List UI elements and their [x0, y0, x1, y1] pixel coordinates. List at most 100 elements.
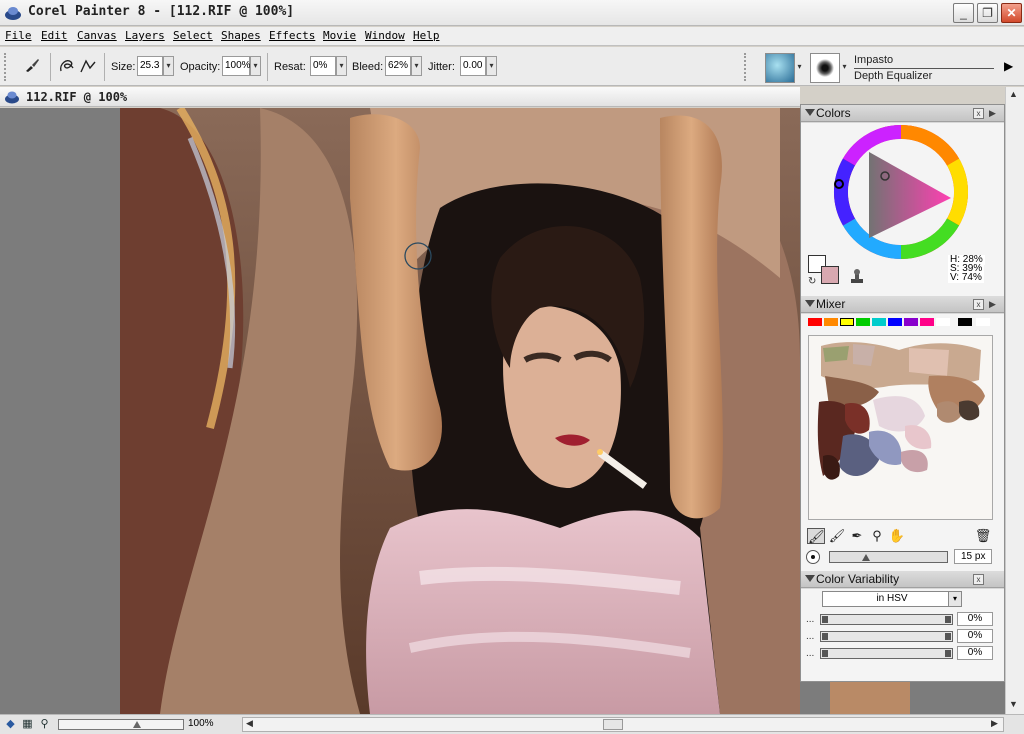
brush-variant-name[interactable]: Depth Equalizer — [854, 70, 932, 82]
brush-selector-menu-icon[interactable]: ▶ — [1004, 59, 1013, 73]
scroll-down-icon[interactable]: ▼ — [1009, 699, 1018, 709]
grid-icon[interactable]: ▦ — [20, 717, 35, 732]
jitter-field[interactable]: 0.00 — [460, 56, 486, 76]
close-palette-icon[interactable]: x — [973, 108, 984, 119]
mixer-palette-header[interactable]: Mixer x ▶ — [801, 296, 1004, 313]
zoom-slider[interactable] — [58, 719, 184, 730]
menu-file[interactable]: File — [5, 29, 32, 42]
colors-palette-title: Colors — [816, 106, 851, 120]
opacity-dropdown-icon[interactable]: ▾ — [250, 56, 261, 76]
document-icon[interactable] — [4, 89, 20, 105]
swap-colors-icon[interactable]: ↻ — [808, 276, 816, 287]
slider-thumb[interactable] — [133, 721, 141, 728]
mixer-swatch-red[interactable] — [808, 318, 822, 326]
restore-button[interactable]: ❐ — [977, 3, 998, 23]
resat-dropdown-icon[interactable]: ▾ — [336, 56, 347, 76]
brush-variant-dab-icon[interactable] — [810, 53, 840, 83]
brush-selector-grip[interactable] — [744, 53, 748, 81]
mixer-swatch-yellow[interactable] — [840, 318, 854, 326]
mixer-palette-title: Mixer — [816, 297, 846, 311]
clone-color-stamp-icon[interactable] — [848, 268, 866, 286]
bleed-field[interactable]: 62% — [385, 56, 411, 76]
mixer-swatch-cyan[interactable] — [872, 318, 886, 326]
value-variability-slider[interactable] — [820, 648, 953, 659]
brush-category-icon[interactable] — [765, 53, 795, 83]
hue-variability-value[interactable]: 0% — [957, 612, 993, 626]
straight-line-stroke-icon[interactable] — [77, 56, 99, 78]
mixer-swatch-white[interactable] — [936, 318, 950, 326]
scroll-right-icon[interactable]: ▶ — [991, 718, 998, 729]
menu-canvas[interactable]: Canvas — [77, 29, 117, 42]
painter-app-icon[interactable] — [4, 4, 22, 22]
zoom-level[interactable]: 100% — [188, 718, 214, 729]
jitter-dropdown-icon[interactable]: ▾ — [486, 56, 497, 76]
mixer-brush-size-field[interactable]: 15 px — [954, 549, 992, 564]
color-variability-mode-select[interactable]: in HSV ▾ — [822, 591, 962, 607]
close-palette-icon[interactable]: x — [973, 574, 984, 585]
mixer-pad[interactable] — [808, 335, 993, 520]
bleed-dropdown-icon[interactable]: ▾ — [411, 56, 422, 76]
menu-layers[interactable]: Layers — [125, 29, 165, 42]
separator — [50, 53, 51, 81]
drawing-mode-icon[interactable]: ◆ — [3, 717, 18, 732]
colors-palette-header[interactable]: Colors x ▶ — [801, 105, 1004, 122]
freehand-stroke-icon[interactable] — [56, 56, 78, 78]
opacity-field[interactable]: 100% — [222, 56, 251, 76]
size-field[interactable]: 25.3 — [137, 56, 163, 76]
zoom-icon[interactable]: ⚲ — [37, 717, 52, 732]
menu-shapes[interactable]: Shapes — [221, 29, 261, 42]
horizontal-scrollbar[interactable]: ◀ ▶ — [242, 717, 1004, 732]
collapse-triangle-icon[interactable] — [805, 300, 815, 307]
additional-color-swatch[interactable] — [821, 266, 839, 284]
hue-variability-slider[interactable] — [820, 614, 953, 625]
brush-variant-dropdown-icon[interactable]: ▾ — [840, 56, 849, 78]
scrollbar-thumb[interactable] — [603, 719, 623, 730]
pan-hand-icon[interactable]: ✋ — [888, 528, 906, 544]
palette-menu-icon[interactable]: ▶ — [989, 108, 996, 119]
close-palette-icon[interactable]: x — [973, 299, 984, 310]
painting-canvas[interactable] — [120, 108, 800, 714]
saturation-variability-value[interactable]: 0% — [957, 629, 993, 643]
mixer-swatch-black[interactable] — [958, 318, 972, 326]
palette-menu-icon[interactable]: ▶ — [989, 299, 996, 310]
mixer-swatch-white[interactable] — [976, 318, 990, 326]
scroll-left-icon[interactable]: ◀ — [246, 718, 253, 729]
mixer-sample-color-icon[interactable]: ✒ — [848, 528, 866, 544]
mixer-brush-size-slider[interactable] — [829, 551, 948, 563]
dropdown-arrow-icon[interactable]: ▾ — [948, 592, 961, 606]
scroll-up-icon[interactable]: ▲ — [1009, 89, 1018, 99]
brush-category-name[interactable]: Impasto — [854, 54, 893, 66]
menu-help[interactable]: Help — [413, 29, 440, 42]
menu-edit[interactable]: Edit — [41, 29, 68, 42]
collapse-triangle-icon[interactable] — [805, 109, 815, 116]
zoom-icon[interactable]: ⚲ — [868, 528, 886, 544]
hue-ring[interactable] — [833, 124, 969, 260]
menu-movie[interactable]: Movie — [323, 29, 356, 42]
close-button[interactable]: ✕ — [1001, 3, 1022, 23]
cv-row-label: ... — [806, 648, 815, 659]
clear-mixer-trash-icon[interactable]: 🗑 — [974, 528, 992, 544]
menu-effects[interactable]: Effects — [269, 29, 315, 42]
cv-row-label: ... — [806, 631, 815, 642]
color-variability-header[interactable]: Color Variability x — [801, 571, 1004, 588]
mixer-apply-color-icon[interactable]: 🖌 — [828, 528, 846, 544]
mixer-swatch-purple[interactable] — [904, 318, 918, 326]
mixer-swatch-magenta[interactable] — [920, 318, 934, 326]
resat-field[interactable]: 0% — [310, 56, 336, 76]
brush-category-dropdown-icon[interactable]: ▾ — [795, 56, 804, 78]
menu-select[interactable]: Select — [173, 29, 213, 42]
mixer-dirty-brush-icon[interactable]: 🖌 — [807, 528, 825, 544]
mixer-swatch-green[interactable] — [856, 318, 870, 326]
slider-thumb[interactable] — [862, 554, 870, 561]
vertical-scrollbar[interactable]: ▲ ▼ — [1005, 87, 1024, 714]
saturation-variability-slider[interactable] — [820, 631, 953, 642]
toolbar-grip[interactable] — [4, 53, 8, 81]
mixer-swatch-orange[interactable] — [824, 318, 838, 326]
brush-tool-icon[interactable] — [21, 56, 43, 78]
collapse-triangle-icon[interactable] — [805, 575, 815, 582]
mixer-swatch-blue[interactable] — [888, 318, 902, 326]
menu-window[interactable]: Window — [365, 29, 405, 42]
value-variability-value[interactable]: 0% — [957, 646, 993, 660]
size-dropdown-icon[interactable]: ▾ — [163, 56, 174, 76]
minimize-button[interactable]: _ — [953, 3, 974, 23]
